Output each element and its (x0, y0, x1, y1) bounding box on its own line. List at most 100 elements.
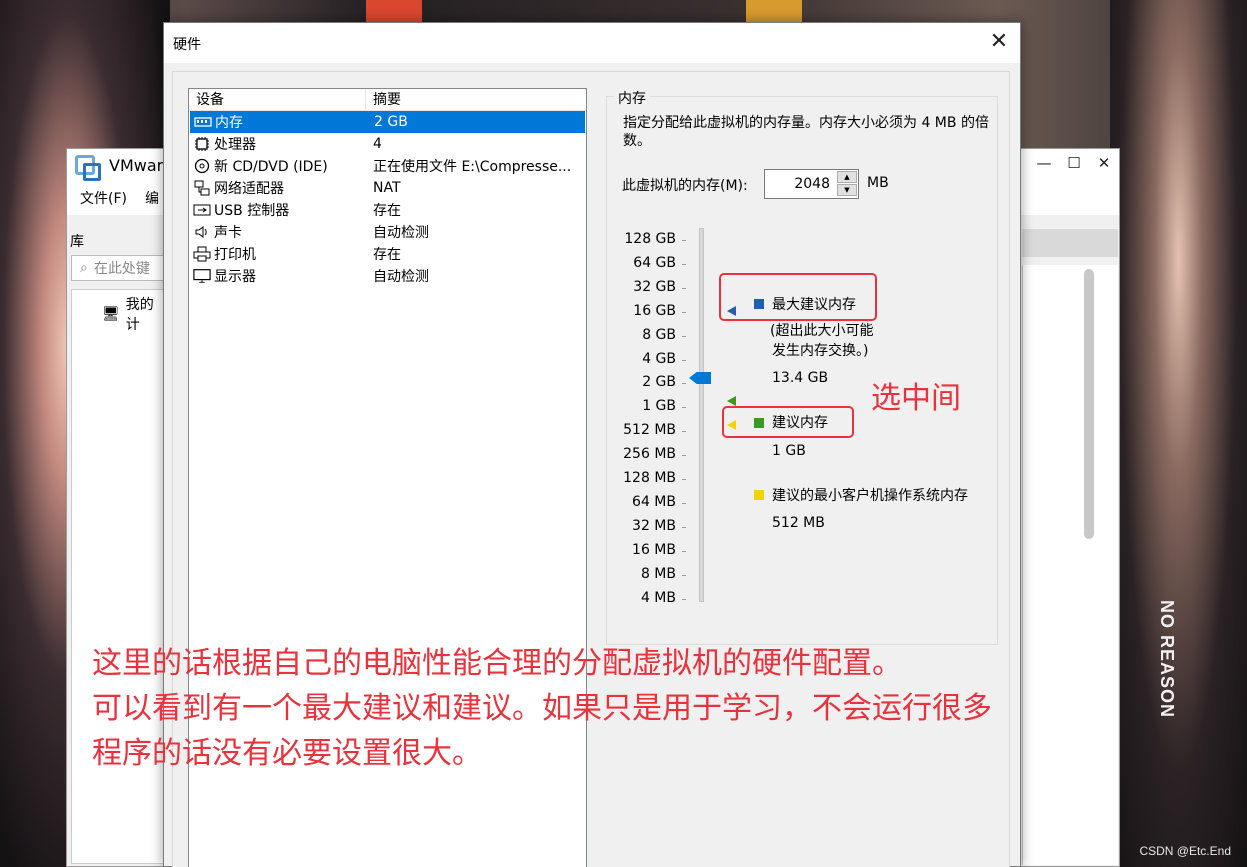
memory-scale-label: 32 MB (632, 517, 676, 534)
memory-scale-tick (682, 335, 686, 337)
device-summary: 自动检测 (373, 225, 429, 241)
computer-icon: 🖥 (102, 306, 120, 322)
memory-icon (194, 114, 212, 130)
vmware-logo-icon (75, 155, 101, 181)
spin-down-icon[interactable]: ▼ (837, 184, 857, 196)
memory-scale-tick (682, 455, 686, 457)
device-name: 内存 (215, 115, 243, 131)
device-row[interactable]: 网络适配器 NAT (189, 177, 586, 199)
device-name-cell: 处理器 (189, 134, 366, 154)
device-row[interactable]: 显示器 自动检测 (189, 265, 586, 287)
device-name-cell: 显示器 (189, 266, 366, 286)
recommended-value: 1 GB (772, 443, 806, 459)
minimize-icon[interactable]: — (1029, 149, 1059, 177)
annotation-line-3: 程序的话没有必要设置很大。 (92, 736, 482, 771)
device-name: 显示器 (214, 269, 256, 285)
usb-icon (193, 202, 211, 218)
search-placeholder: 在此处键 (93, 261, 150, 277)
printer-icon (193, 246, 211, 262)
speaker-icon (193, 224, 211, 240)
memory-unit: MB (867, 175, 889, 191)
vmware-title: VMwar (109, 155, 164, 175)
device-name-cell: 声卡 (189, 222, 366, 242)
device-name: 声卡 (214, 225, 242, 241)
device-row[interactable]: 处理器 4 (189, 133, 586, 155)
cd-icon (193, 158, 211, 174)
spin-up-icon[interactable]: ▲ (837, 171, 857, 183)
device-name-cell: 新 CD/DVD (IDE) (189, 156, 366, 176)
device-name: 网络适配器 (214, 181, 284, 197)
device-row[interactable]: USB 控制器 存在 (189, 199, 586, 221)
memory-scale-label: 16 MB (632, 541, 676, 558)
device-name: 打印机 (214, 247, 256, 263)
memory-scale-labels: 128 GB 64 GB 32 GB 16 GB 8 GB 4 GB 2 GB 1 GB 512… (614, 223, 676, 606)
device-summary: NAT (373, 180, 401, 196)
annotation-note: 这里的话根据自己的电脑性能合理的分配虚拟机的硬件配置。 可以看到有一个最大建议和… (92, 641, 992, 776)
device-name: 新 CD/DVD (IDE) (214, 159, 328, 175)
dialog-title: 硬件 (173, 37, 201, 53)
memory-scale-tick (682, 383, 686, 385)
annotation-box-recommended (722, 406, 854, 438)
library-label: 库 (70, 234, 84, 250)
max-recommended-note2: 发生内存交换。) (772, 343, 869, 359)
device-list-header: 设备 摘要 (189, 89, 586, 111)
dialog-close-icon[interactable]: ✕ (984, 27, 1014, 57)
device-row[interactable]: 内存 2 GB (190, 111, 585, 133)
memory-scale-tick (682, 502, 686, 504)
device-name: 处理器 (214, 137, 256, 153)
memory-group-title: 内存 (614, 88, 650, 108)
memory-field-label: 此虚拟机的内存(M): (622, 178, 748, 194)
device-row[interactable]: 声卡 自动检测 (189, 221, 586, 243)
library-tree: 🖥 我的计 (71, 289, 167, 864)
max-recommended-value: 13.4 GB (772, 370, 829, 386)
memory-scale-label: 32 GB (633, 278, 676, 295)
menu-file[interactable]: 文件(F) (80, 188, 127, 208)
tree-item-label: 我的计 (125, 297, 154, 333)
column-header-device[interactable]: 设备 (189, 89, 366, 110)
taskbar-tile-orange[interactable] (746, 0, 802, 24)
memory-scale-tick (682, 574, 686, 576)
maximize-icon[interactable]: ☐ (1059, 149, 1089, 177)
device-row[interactable]: 新 CD/DVD (IDE) 正在使用文件 E:\Compresse... (189, 155, 586, 177)
menu-edit[interactable]: 编 (145, 188, 159, 208)
device-summary: 正在使用文件 E:\Compresse... (373, 159, 572, 175)
memory-scale-label: 4 MB (640, 589, 676, 606)
memory-scale-label: 128 GB (624, 231, 676, 247)
taskbar-tile-red[interactable] (366, 0, 422, 24)
memory-scale-label: 8 MB (640, 565, 676, 582)
memory-scale-tick (682, 407, 686, 409)
device-name-cell: USB 控制器 (189, 200, 366, 220)
memory-scale-tick (682, 287, 686, 289)
device-name: USB 控制器 (214, 203, 290, 219)
memory-scale-label: 16 GB (633, 302, 676, 319)
memory-scale-label: 4 GB (642, 350, 676, 367)
vmware-window-controls: — ☐ ✕ (1029, 149, 1119, 177)
vmware-scrollbar[interactable] (1084, 269, 1094, 539)
memory-slider-track[interactable] (699, 228, 704, 602)
column-header-summary[interactable]: 摘要 (366, 89, 586, 110)
monitor-icon (193, 268, 211, 284)
min-os-title: 建议的最小客户机操作系统内存 (772, 488, 968, 504)
recommended-marker (727, 396, 736, 406)
annotation-select-middle: 选中间 (871, 381, 961, 416)
device-summary: 存在 (373, 247, 401, 263)
device-row[interactable]: 打印机 存在 (189, 243, 586, 265)
close-icon[interactable]: ✕ (1089, 149, 1119, 177)
memory-scale-tick (682, 598, 686, 600)
memory-spinner: ▲ ▼ (837, 171, 857, 197)
memory-scale-label: 1 GB (642, 398, 676, 415)
tree-item-my-computer[interactable]: 🖥 我的计 (102, 294, 166, 334)
device-name-cell: 网络适配器 (189, 178, 366, 198)
network-icon (193, 180, 211, 196)
memory-scale-label: 2 GB (642, 374, 676, 391)
cpu-icon (193, 136, 211, 152)
annotation-line-1: 这里的话根据自己的电脑性能合理的分配虚拟机的硬件配置。 (92, 646, 902, 681)
memory-description: 指定分配给此虚拟机的内存量。内存大小必须为 4 MB 的倍数。 (623, 115, 989, 149)
min-os-swatch (754, 490, 764, 500)
memory-scale-tick (682, 550, 686, 552)
device-summary: 存在 (373, 203, 401, 219)
vmware-right-body (1022, 265, 1118, 865)
vmware-right-header (1022, 229, 1118, 257)
device-summary: 自动检测 (373, 269, 429, 285)
device-summary: 4 (373, 136, 382, 152)
